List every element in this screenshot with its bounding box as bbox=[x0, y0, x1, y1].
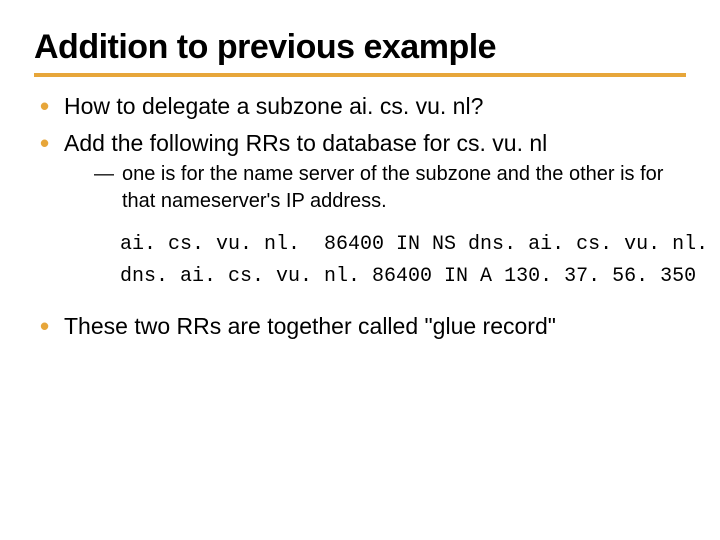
code-block: ai. cs. vu. nl. 86400 IN NS dns. ai. cs.… bbox=[120, 229, 686, 293]
bullet-2-text: Add the following RRs to database for cs… bbox=[64, 130, 547, 156]
sub-bullet-1: one is for the name server of the subzon… bbox=[94, 161, 686, 215]
slide-title: Addition to previous example bbox=[34, 28, 686, 77]
bullet-2: Add the following RRs to database for cs… bbox=[38, 128, 686, 293]
bullet-list: How to delegate a subzone ai. cs. vu. nl… bbox=[38, 91, 686, 342]
bullet-1: How to delegate a subzone ai. cs. vu. nl… bbox=[38, 91, 686, 122]
sub-list: one is for the name server of the subzon… bbox=[94, 161, 686, 215]
slide: Addition to previous example How to dele… bbox=[0, 0, 720, 368]
bullet-3: These two RRs are together called "glue … bbox=[38, 311, 686, 342]
